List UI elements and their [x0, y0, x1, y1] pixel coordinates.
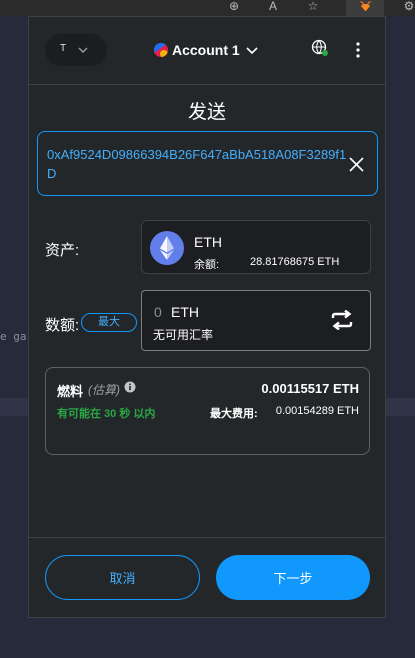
- chevron-down-icon: [78, 47, 88, 53]
- chevron-down-icon: [246, 47, 258, 55]
- ethereum-icon: [150, 231, 184, 265]
- gas-title: 燃料: [57, 384, 84, 399]
- action-footer: 取消 下一步: [29, 537, 385, 618]
- gas-time-estimate: 有可能在 30 秒 以内: [57, 408, 156, 420]
- browser-toolbar: ⊕ A ☆ ⚙: [0, 0, 415, 16]
- recipient-address-field[interactable]: 0xAf9524D09866394B26F647aBbA518A08F3289f…: [37, 131, 378, 196]
- network-initial: T: [60, 43, 67, 54]
- app-header: T Account 1: [29, 17, 385, 85]
- swap-currency-icon[interactable]: [330, 310, 354, 330]
- balance-value: 28.81768675 ETH: [250, 256, 340, 268]
- editor-highlight-line: [386, 398, 415, 416]
- amount-unit: ETH: [171, 304, 199, 320]
- gas-fee-panel[interactable]: 燃料 (估算) 0.00115517 ETH 有可能在 30 秒 以内 最大费用…: [45, 367, 370, 455]
- page-background-right: [386, 16, 415, 658]
- connected-site-icon[interactable]: [311, 39, 329, 57]
- more-options-icon[interactable]: [349, 41, 367, 59]
- account-avatar: [154, 43, 168, 57]
- conversion-note: 无可用汇率: [153, 328, 214, 342]
- max-button[interactable]: 最大: [81, 313, 137, 332]
- amount-input[interactable]: 0 ETH 无可用汇率: [141, 290, 371, 351]
- extensions-icon[interactable]: ⚙: [401, 0, 415, 12]
- metamask-popup: T Account 1 发送 0xAf9524D09866394B26F647a…: [28, 16, 386, 618]
- read-aloud-icon[interactable]: A: [265, 0, 281, 12]
- editor-highlight-line: [0, 398, 28, 416]
- metamask-fox-icon[interactable]: [359, 1, 372, 12]
- extension-slot[interactable]: [346, 0, 384, 16]
- max-fee-value: 0.00154289 ETH: [275, 405, 359, 417]
- cancel-button[interactable]: 取消: [45, 555, 200, 600]
- account-name: Account 1: [172, 42, 240, 58]
- favorite-icon[interactable]: ☆: [305, 0, 321, 12]
- close-icon[interactable]: [349, 157, 364, 172]
- info-icon[interactable]: [124, 381, 136, 393]
- asset-label: 资产:: [45, 242, 80, 259]
- asset-symbol: ETH: [194, 234, 222, 250]
- page-title: 发送: [187, 102, 226, 123]
- max-fee-label: 最大费用:: [210, 408, 258, 420]
- recipient-address: 0xAf9524D09866394B26F647aBbA518A08F3289f…: [47, 147, 347, 181]
- amount-label: 数额:: [45, 317, 80, 334]
- editor-code-text: e ga: [0, 330, 27, 343]
- next-button[interactable]: 下一步: [216, 555, 370, 600]
- asset-selector[interactable]: ETH 余额: 28.81768675 ETH: [141, 220, 371, 274]
- balance-label: 余额:: [194, 259, 220, 271]
- amount-value[interactable]: 0: [154, 304, 162, 320]
- account-picker[interactable]: Account 1: [154, 39, 260, 61]
- zoom-icon[interactable]: ⊕: [226, 0, 242, 12]
- network-picker[interactable]: T: [45, 34, 107, 66]
- gas-fee-value: 0.00115517 ETH: [261, 381, 359, 396]
- gas-estimate-label: (估算): [88, 383, 120, 397]
